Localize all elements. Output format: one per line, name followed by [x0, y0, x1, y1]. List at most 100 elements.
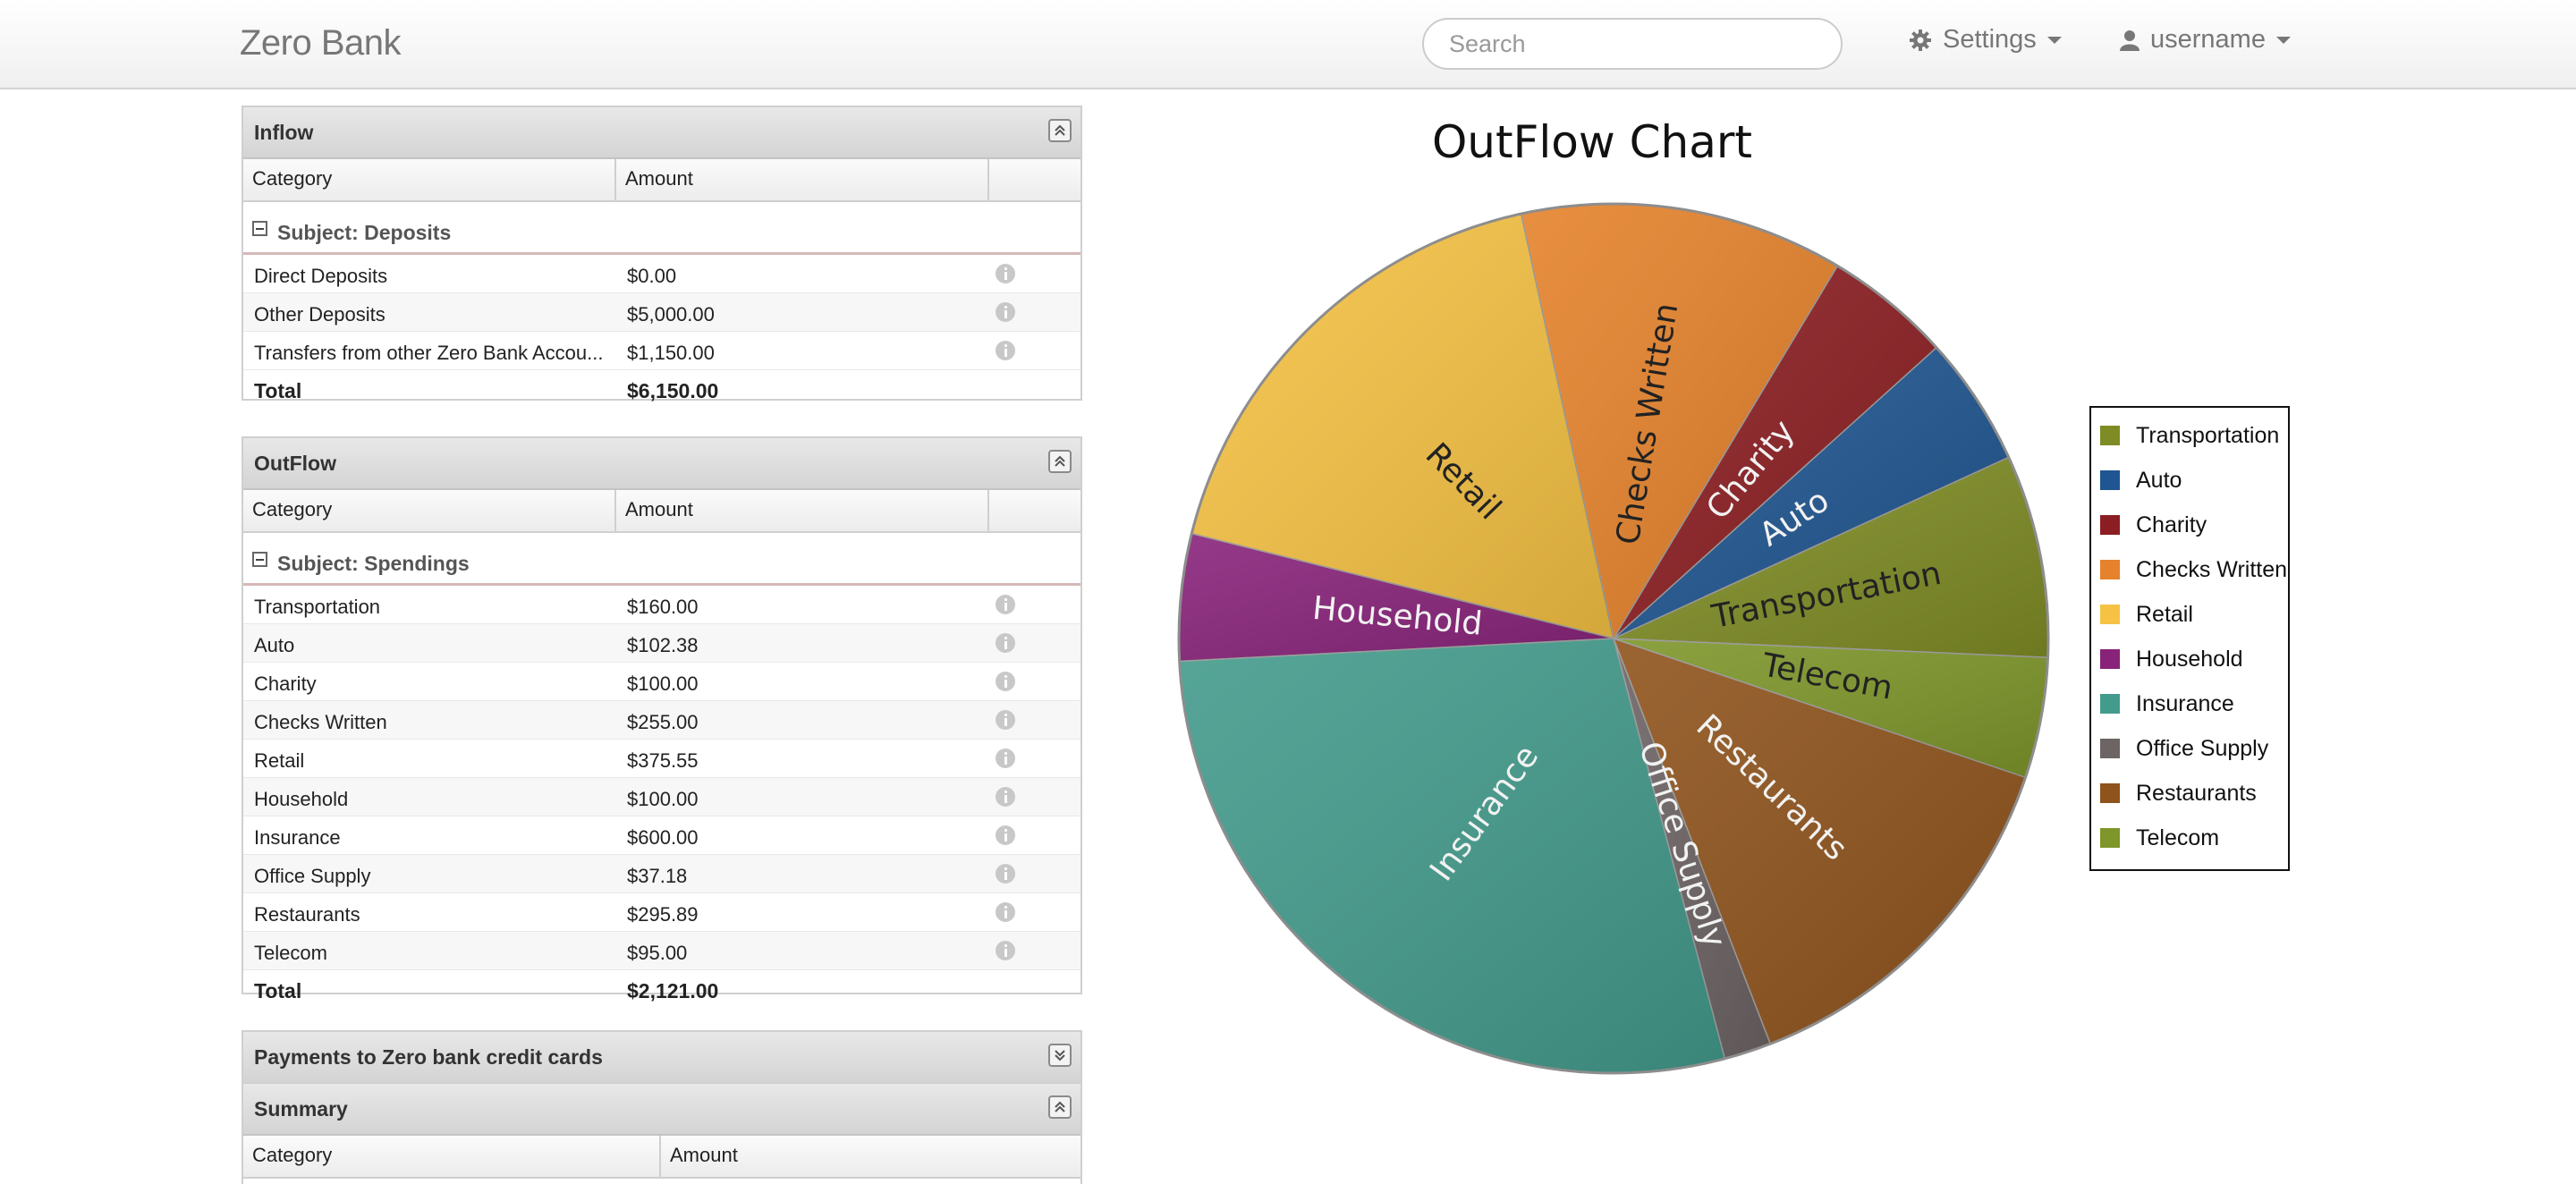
summary-title: Summary: [254, 1097, 348, 1121]
row-category: Transportation: [254, 596, 381, 618]
info-icon[interactable]: [996, 633, 1015, 653]
table-row[interactable]: Restaurants $295.89: [243, 893, 1080, 932]
legend-label: Office Supply: [2136, 735, 2269, 761]
row-amount: $295.89: [627, 903, 699, 926]
top-navbar: Zero Bank Settings: [0, 0, 2576, 89]
info-icon[interactable]: [996, 941, 1015, 960]
row-category: Other Deposits: [254, 303, 386, 326]
info-icon[interactable]: [996, 748, 1015, 768]
row-category: Auto: [254, 634, 295, 656]
row-amount: $1,150.00: [627, 342, 715, 364]
outflow-panel-header: OutFlow: [243, 438, 1080, 490]
legend-item-telecom[interactable]: Telecom: [2100, 825, 2219, 851]
table-row[interactable]: Auto $102.38: [243, 624, 1080, 663]
group-row-deposits[interactable]: Subject: Deposits: [243, 202, 1080, 255]
legend-item-restaurants[interactable]: Restaurants: [2100, 780, 2257, 807]
info-icon[interactable]: [996, 672, 1015, 691]
legend-swatch: [2100, 649, 2120, 669]
collapse-group-icon[interactable]: [252, 552, 267, 567]
legend-swatch: [2100, 739, 2120, 758]
table-row[interactable]: Checks Written $255.00: [243, 701, 1080, 740]
table-row[interactable]: Telecom $95.00: [243, 932, 1080, 970]
outflow-pie-chart: TransportationAutoCharityChecks WrittenR…: [1177, 202, 2050, 1075]
inflow-panel: Inflow Category Amount Subject: Deposits…: [242, 106, 1082, 402]
column-header-amount[interactable]: Amount: [616, 490, 989, 531]
total-label: Total: [254, 379, 302, 402]
legend-label: Restaurants: [2136, 780, 2257, 806]
row-amount: $100.00: [627, 672, 699, 695]
table-row[interactable]: Household $100.00: [243, 778, 1080, 816]
row-category: Insurance: [254, 826, 341, 849]
brand-logo[interactable]: Zero Bank: [240, 23, 402, 63]
row-amount: $160.00: [627, 596, 699, 618]
info-icon[interactable]: [996, 864, 1015, 884]
table-row[interactable]: Direct Deposits $0.00: [243, 255, 1080, 293]
row-amount: $0.00: [627, 265, 677, 287]
info-icon[interactable]: [996, 595, 1015, 614]
inflow-panel-header: Inflow: [243, 107, 1080, 159]
user-icon: [2120, 29, 2140, 52]
info-icon[interactable]: [996, 825, 1015, 845]
legend-swatch: [2100, 426, 2120, 445]
legend-label: Charity: [2136, 512, 2207, 537]
row-amount: $100.00: [627, 788, 699, 810]
legend-swatch: [2100, 515, 2120, 535]
outflow-title: OutFlow: [254, 452, 336, 475]
payments-title: Payments to Zero bank credit cards: [254, 1045, 603, 1069]
legend-item-insurance[interactable]: Insurance: [2100, 690, 2234, 717]
collapse-icon[interactable]: [1048, 119, 1072, 142]
inflow-rows: Direct Deposits $0.00 Other Deposits $5,…: [243, 255, 1080, 370]
payments-panel-header[interactable]: Payments to Zero bank credit cards: [243, 1032, 1080, 1082]
legend-item-office-supply[interactable]: Office Supply: [2100, 735, 2268, 762]
gear-icon: [1909, 29, 1932, 52]
table-row[interactable]: Other Deposits $5,000.00: [243, 293, 1080, 332]
legend-label: Checks Written: [2136, 556, 2288, 582]
column-header-category[interactable]: Category: [243, 1136, 661, 1177]
collapse-group-icon[interactable]: [252, 221, 267, 236]
table-row[interactable]: Retail $375.55: [243, 740, 1080, 778]
total-amount: $6,150.00: [627, 379, 719, 402]
table-row[interactable]: Charity $100.00: [243, 663, 1080, 701]
group-row-spendings[interactable]: Subject: Spendings: [243, 533, 1080, 586]
info-icon[interactable]: [996, 302, 1015, 322]
settings-menu[interactable]: Settings: [1909, 25, 2062, 55]
legend-item-auto[interactable]: Auto: [2100, 467, 2182, 494]
column-header-category[interactable]: Category: [243, 490, 616, 531]
row-amount: $5,000.00: [627, 303, 715, 326]
column-header-category[interactable]: Category: [243, 159, 616, 200]
info-icon[interactable]: [996, 264, 1015, 283]
legend-swatch: [2100, 605, 2120, 624]
table-row[interactable]: Insurance $600.00: [243, 816, 1080, 855]
column-header-amount[interactable]: Amount: [616, 159, 989, 200]
row-amount: $255.00: [627, 711, 699, 733]
row-category: Checks Written: [254, 711, 387, 733]
legend-swatch: [2100, 560, 2120, 579]
summary-panel-header: Summary: [243, 1084, 1080, 1136]
legend-label: Insurance: [2136, 690, 2234, 716]
legend-item-charity[interactable]: Charity: [2100, 512, 2207, 538]
inflow-table-header: Category Amount: [243, 159, 1080, 202]
legend-swatch: [2100, 783, 2120, 803]
summary-table-header: Category Amount: [243, 1136, 1080, 1179]
info-icon[interactable]: [996, 902, 1015, 922]
table-row[interactable]: Transportation $160.00: [243, 586, 1080, 624]
info-icon[interactable]: [996, 710, 1015, 730]
column-header-actions: [989, 159, 1080, 200]
info-icon[interactable]: [996, 787, 1015, 807]
row-category: Retail: [254, 749, 305, 772]
legend-item-transportation[interactable]: Transportation: [2100, 422, 2279, 449]
table-row[interactable]: Office Supply $37.18: [243, 855, 1080, 893]
user-menu[interactable]: username: [2120, 25, 2291, 55]
chart-title: OutFlow Chart: [1431, 116, 1753, 168]
info-icon[interactable]: [996, 341, 1015, 360]
collapse-icon[interactable]: [1048, 450, 1072, 473]
legend-item-retail[interactable]: Retail: [2100, 601, 2193, 628]
collapse-icon[interactable]: [1048, 1095, 1072, 1119]
column-header-amount[interactable]: Amount: [661, 1136, 1080, 1177]
outflow-table-header: Category Amount: [243, 490, 1080, 533]
legend-item-checks-written[interactable]: Checks Written: [2100, 556, 2287, 583]
expand-icon[interactable]: [1048, 1044, 1072, 1067]
legend-item-household[interactable]: Household: [2100, 646, 2243, 672]
search-input[interactable]: [1422, 18, 1843, 70]
table-row[interactable]: Transfers from other Zero Bank Accou... …: [243, 332, 1080, 370]
